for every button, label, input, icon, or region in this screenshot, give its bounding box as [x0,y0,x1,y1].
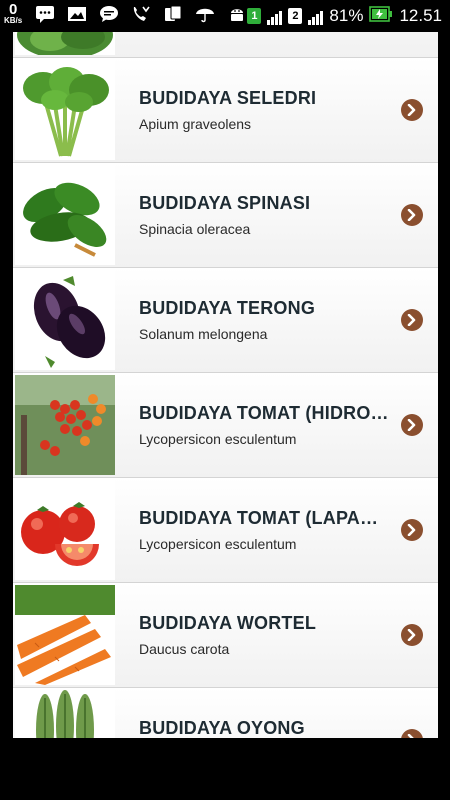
eggplant-thumb [15,270,115,370]
list-item-terong[interactable]: BUDIDAYA TERONG Solanum melongena [13,268,438,373]
list-item-spinasi[interactable]: BUDIDAYA SPINASI Spinacia oleracea [13,163,438,268]
item-subtitle: Spinacia oleracea [139,221,251,237]
item-title: BUDIDAYA TOMAT (LAPA… [139,508,379,528]
chevron-right-icon[interactable] [401,729,423,738]
list-item-seledri[interactable]: BUDIDAYA SELEDRI Apium graveolens [13,58,438,163]
spinach-thumb [15,165,115,265]
umbrella-icon [194,3,216,25]
chevron-right-icon[interactable] [401,624,423,646]
missed-call-icon [130,3,152,25]
item-title: BUDIDAYA OYONG [139,718,305,738]
sim1-badge: 1 [247,8,262,24]
network-speed: 0 KB/s [4,2,22,25]
battery-charging-icon [369,5,393,27]
navigation-area [0,738,450,800]
sim2-badge: 2 [288,8,303,24]
item-title: BUDIDAYA SELEDRI [139,88,317,108]
chat-icon [98,3,120,25]
tomato-vine-thumb [15,375,115,475]
network-speed-value: 0 [8,1,18,18]
chevron-right-icon[interactable] [401,414,423,436]
item-subtitle: Apium graveolens [139,116,252,132]
signal1-icon [267,7,283,25]
chevron-right-icon[interactable] [401,519,423,541]
item-subtitle: Daucus carota [139,641,230,657]
right-border [438,32,450,738]
list-item-tomat-hidroponik[interactable]: BUDIDAYA TOMAT (HIDRO… Lycopersicon escu… [13,373,438,478]
chevron-right-icon[interactable] [401,99,423,121]
list-item-wortel[interactable]: BUDIDAYA WORTEL Daucus carota [13,583,438,688]
item-title: BUDIDAYA TOMAT (HIDRO… [139,403,389,423]
signal2-icon [308,7,324,25]
luffa-thumb [15,690,115,738]
celery-thumb [15,60,115,160]
battery-percent: 81% [329,6,364,25]
network-speed-unit: KB/s [4,16,23,25]
chevron-right-icon[interactable] [401,204,423,226]
list-item[interactable] [13,32,438,58]
item-subtitle: Lycopersicon esculentum [139,536,297,552]
gallery-icon [66,3,88,25]
item-title: BUDIDAYA WORTEL [139,613,317,633]
clock: 12.51 [399,6,442,25]
crop-list[interactable]: BUDIDAYA SELEDRI Apium graveolens BUDIDA… [13,32,438,738]
chevron-right-icon[interactable] [401,309,423,331]
tomato-thumb [15,480,115,580]
list-item-tomat-lapangan[interactable]: BUDIDAYA TOMAT (LAPA… Lycopersicon escul… [13,478,438,583]
sim-manager-icon [162,3,184,25]
left-border [0,32,13,738]
status-bar: 0 KB/s 1 2 81% 12.51 [0,0,450,32]
carrot-thumb [15,585,115,685]
item-title: BUDIDAYA SPINASI [139,193,311,213]
bbm-icon [34,3,56,25]
item-subtitle: Lycopersicon esculentum [139,431,297,447]
item-title: BUDIDAYA TERONG [139,298,316,318]
item-subtitle: Solanum melongena [139,326,268,342]
list-item-oyong[interactable]: BUDIDAYA OYONG [13,688,438,738]
lettuce-thumb [15,32,115,55]
android-icon [226,3,248,25]
